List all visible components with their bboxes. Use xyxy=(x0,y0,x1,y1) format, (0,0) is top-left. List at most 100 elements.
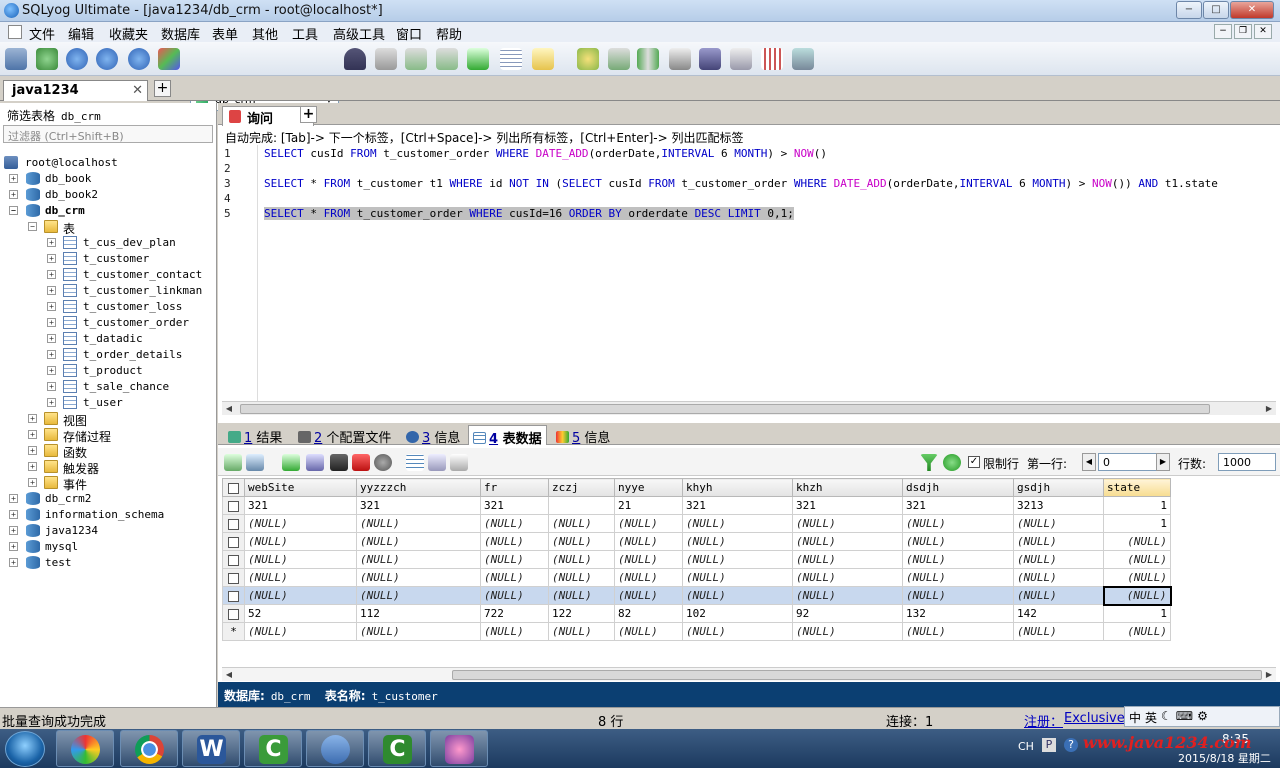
table-cell[interactable]: (NULL) xyxy=(244,622,357,641)
column-header[interactable]: zczj xyxy=(548,478,615,497)
expand-icon[interactable]: + xyxy=(47,254,56,263)
close-button[interactable]: ✕ xyxy=(1230,1,1274,19)
table-cell[interactable]: (NULL) xyxy=(792,550,903,569)
select-all-checkbox[interactable] xyxy=(222,478,245,497)
table-cell[interactable]: (NULL) xyxy=(614,586,683,605)
table-cell[interactable]: 321 xyxy=(356,496,481,515)
document-icon[interactable] xyxy=(8,25,22,39)
expand-icon[interactable]: + xyxy=(9,174,18,183)
expand-icon[interactable]: + xyxy=(47,286,56,295)
taskbar-app-chrome[interactable] xyxy=(120,730,178,767)
restore-icon[interactable] xyxy=(405,48,427,70)
table-cell[interactable]: (NULL) xyxy=(902,514,1014,533)
table-cell[interactable]: 102 xyxy=(682,604,793,623)
collapse-icon[interactable]: − xyxy=(28,222,37,231)
ime-english[interactable]: 英 xyxy=(1145,709,1157,725)
column-header[interactable]: khyh xyxy=(682,478,793,497)
close-icon[interactable]: ✕ xyxy=(132,83,143,98)
clock-date[interactable]: 2015/8/18 星期二 xyxy=(1178,750,1271,766)
column-header[interactable]: khzh xyxy=(792,478,903,497)
table-cell[interactable]: (NULL) xyxy=(1013,532,1104,551)
menu-favorites[interactable]: 收藏夹 xyxy=(109,24,148,43)
new-connection-tab-button[interactable]: + xyxy=(154,80,171,97)
cancel-icon[interactable] xyxy=(374,454,392,471)
data-sync-icon[interactable] xyxy=(637,48,659,70)
keyboard-icon[interactable]: ⌨ xyxy=(1176,709,1193,724)
scroll-right-icon[interactable]: ▶ xyxy=(1262,402,1276,416)
table-cell[interactable]: (NULL) xyxy=(356,586,481,605)
schema-icon[interactable] xyxy=(158,48,180,70)
menu-help[interactable]: 帮助 xyxy=(436,24,462,43)
table-cell[interactable]: (NULL) xyxy=(614,550,683,569)
table-cell[interactable]: (NULL) xyxy=(1013,586,1104,605)
table-cell[interactable]: (NULL) xyxy=(548,550,615,569)
taskbar-app-sqlyog[interactable] xyxy=(306,730,364,767)
table-cell[interactable]: (NULL) xyxy=(1103,532,1171,551)
table-cell[interactable]: 142 xyxy=(1013,604,1104,623)
table-cell[interactable]: (NULL) xyxy=(902,586,1014,605)
expand-icon[interactable]: + xyxy=(28,430,37,439)
table-cell[interactable]: (NULL) xyxy=(1013,568,1104,587)
table-cell[interactable]: (NULL) xyxy=(356,514,481,533)
user-manager-icon[interactable] xyxy=(344,48,366,70)
table-cell[interactable]: (NULL) xyxy=(1102,585,1172,606)
table-grid-icon[interactable] xyxy=(500,48,522,70)
execute-edit-icon[interactable] xyxy=(96,48,118,70)
table-row[interactable]: 52 112 722 122 82 102 92 132 142 1 xyxy=(222,604,1171,623)
row-checkbox[interactable] xyxy=(222,568,245,587)
mdi-close-button[interactable]: ✕ xyxy=(1254,24,1272,39)
moon-icon[interactable]: ☾ xyxy=(1161,709,1172,724)
table-cell[interactable]: (NULL) xyxy=(548,622,615,641)
table-cell[interactable]: (NULL) xyxy=(792,568,903,587)
menu-file[interactable]: 文件 xyxy=(29,24,55,43)
new-connection-icon[interactable] xyxy=(5,48,27,70)
table-cell[interactable]: (NULL) xyxy=(244,514,357,533)
expand-icon[interactable]: + xyxy=(9,558,18,567)
text-view-icon[interactable] xyxy=(450,454,468,471)
duplicate-row-icon[interactable] xyxy=(306,454,324,471)
expand-icon[interactable]: + xyxy=(9,494,18,503)
table-cell[interactable]: (NULL) xyxy=(244,532,357,551)
table-cell[interactable]: 1 xyxy=(1103,604,1171,623)
language-indicator[interactable]: CH xyxy=(1018,740,1034,753)
help-icon[interactable]: ? xyxy=(1064,738,1078,752)
table-cell[interactable]: (NULL) xyxy=(548,532,615,551)
row-checkbox[interactable] xyxy=(222,604,245,623)
table-cell[interactable]: 132 xyxy=(902,604,1014,623)
table-cell[interactable]: (NULL) xyxy=(614,532,683,551)
connection-tab-java1234[interactable]: java1234 ✕ xyxy=(3,80,148,101)
expand-icon[interactable]: + xyxy=(28,414,37,423)
expand-icon[interactable]: + xyxy=(47,318,56,327)
report-icon[interactable] xyxy=(761,48,783,70)
table-cell[interactable]: (NULL) xyxy=(480,532,549,551)
expand-icon[interactable]: + xyxy=(47,366,56,375)
table-cell[interactable]: (NULL) xyxy=(902,568,1014,587)
scrollbar-thumb[interactable] xyxy=(452,670,1262,680)
table-cell[interactable]: (NULL) xyxy=(682,550,793,569)
taskbar-app-camtasia[interactable]: C xyxy=(244,730,302,767)
table-cell[interactable]: (NULL) xyxy=(1103,622,1171,641)
table-cell[interactable]: (NULL) xyxy=(682,568,793,587)
table-cell[interactable]: (NULL) xyxy=(902,550,1014,569)
table-cell[interactable]: (NULL) xyxy=(1103,550,1171,569)
table-cell[interactable]: 321 xyxy=(480,496,549,515)
expand-icon[interactable]: + xyxy=(47,238,56,247)
table-row[interactable]: (NULL) (NULL) (NULL) (NULL) (NULL) (NULL) (NUL… xyxy=(222,585,1172,606)
scroll-right-icon[interactable]: ▶ xyxy=(1262,668,1276,682)
grid-view-icon[interactable] xyxy=(406,454,424,471)
backup-icon[interactable] xyxy=(375,48,397,70)
table-row[interactable]: 321 321 321 21 321 321 321 3213 1 xyxy=(222,496,1171,515)
filter-icon[interactable] xyxy=(920,454,938,471)
table-cell[interactable]: (NULL) xyxy=(1013,550,1104,569)
table-cell[interactable]: 321 xyxy=(244,496,357,515)
expand-icon[interactable]: + xyxy=(47,270,56,279)
copy-database-icon[interactable] xyxy=(577,48,599,70)
tab-info[interactable]: 3 信息 xyxy=(402,425,464,446)
menu-edit[interactable]: 编辑 xyxy=(68,24,94,43)
filter-input[interactable]: 过滤器 (Ctrl+Shift+B) xyxy=(3,125,213,143)
first-row-input[interactable]: 0 xyxy=(1098,453,1162,471)
table-cell[interactable]: (NULL) xyxy=(356,622,481,641)
query-builder-icon[interactable] xyxy=(532,48,554,70)
scheduler-icon[interactable] xyxy=(669,48,691,70)
table-cell[interactable]: (NULL) xyxy=(614,514,683,533)
